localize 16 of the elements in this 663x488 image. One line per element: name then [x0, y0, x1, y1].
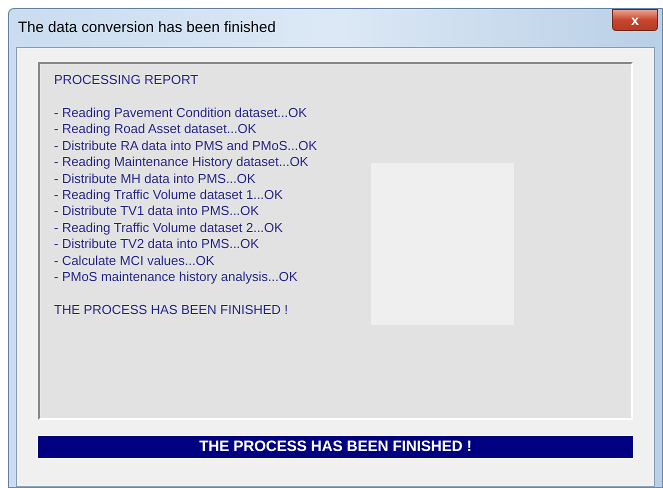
report-line: - Reading Traffic Volume dataset 2...OK — [54, 220, 284, 236]
window-title: The data conversion has been finished — [17, 18, 276, 38]
report-line: - Reading Pavement Condition dataset...OK — [54, 105, 308, 122]
close-button[interactable]: x — [612, 9, 658, 31]
status-banner: THE PROCESS HAS BEEN FINISHED ! — [38, 436, 633, 458]
report-line: - Distribute RA data into PMS and PMoS...OK — [54, 138, 318, 154]
report-heading: PROCESSING REPORT — [54, 72, 200, 88]
report-line: - Reading Road Asset dataset...OK — [54, 121, 258, 138]
report-line: - PMoS maintenance history analysis...OK — [54, 269, 298, 286]
report-line: - Reading Maintenance History dataset...OK — [54, 154, 310, 171]
report-line: - Distribute MH data into PMS...OK — [54, 170, 257, 188]
report-line: - Reading Traffic Volume dataset 1...OK — [54, 187, 284, 204]
report-footer: THE PROCESS HAS BEEN FINISHED ! — [54, 302, 617, 318]
report-line: - Distribute TV1 data into PMS...OK — [54, 203, 260, 220]
report-line: - Distribute TV2 data into PMS...OK — [54, 236, 260, 253]
report-line: - Calculate MCI values...OK — [54, 252, 216, 270]
